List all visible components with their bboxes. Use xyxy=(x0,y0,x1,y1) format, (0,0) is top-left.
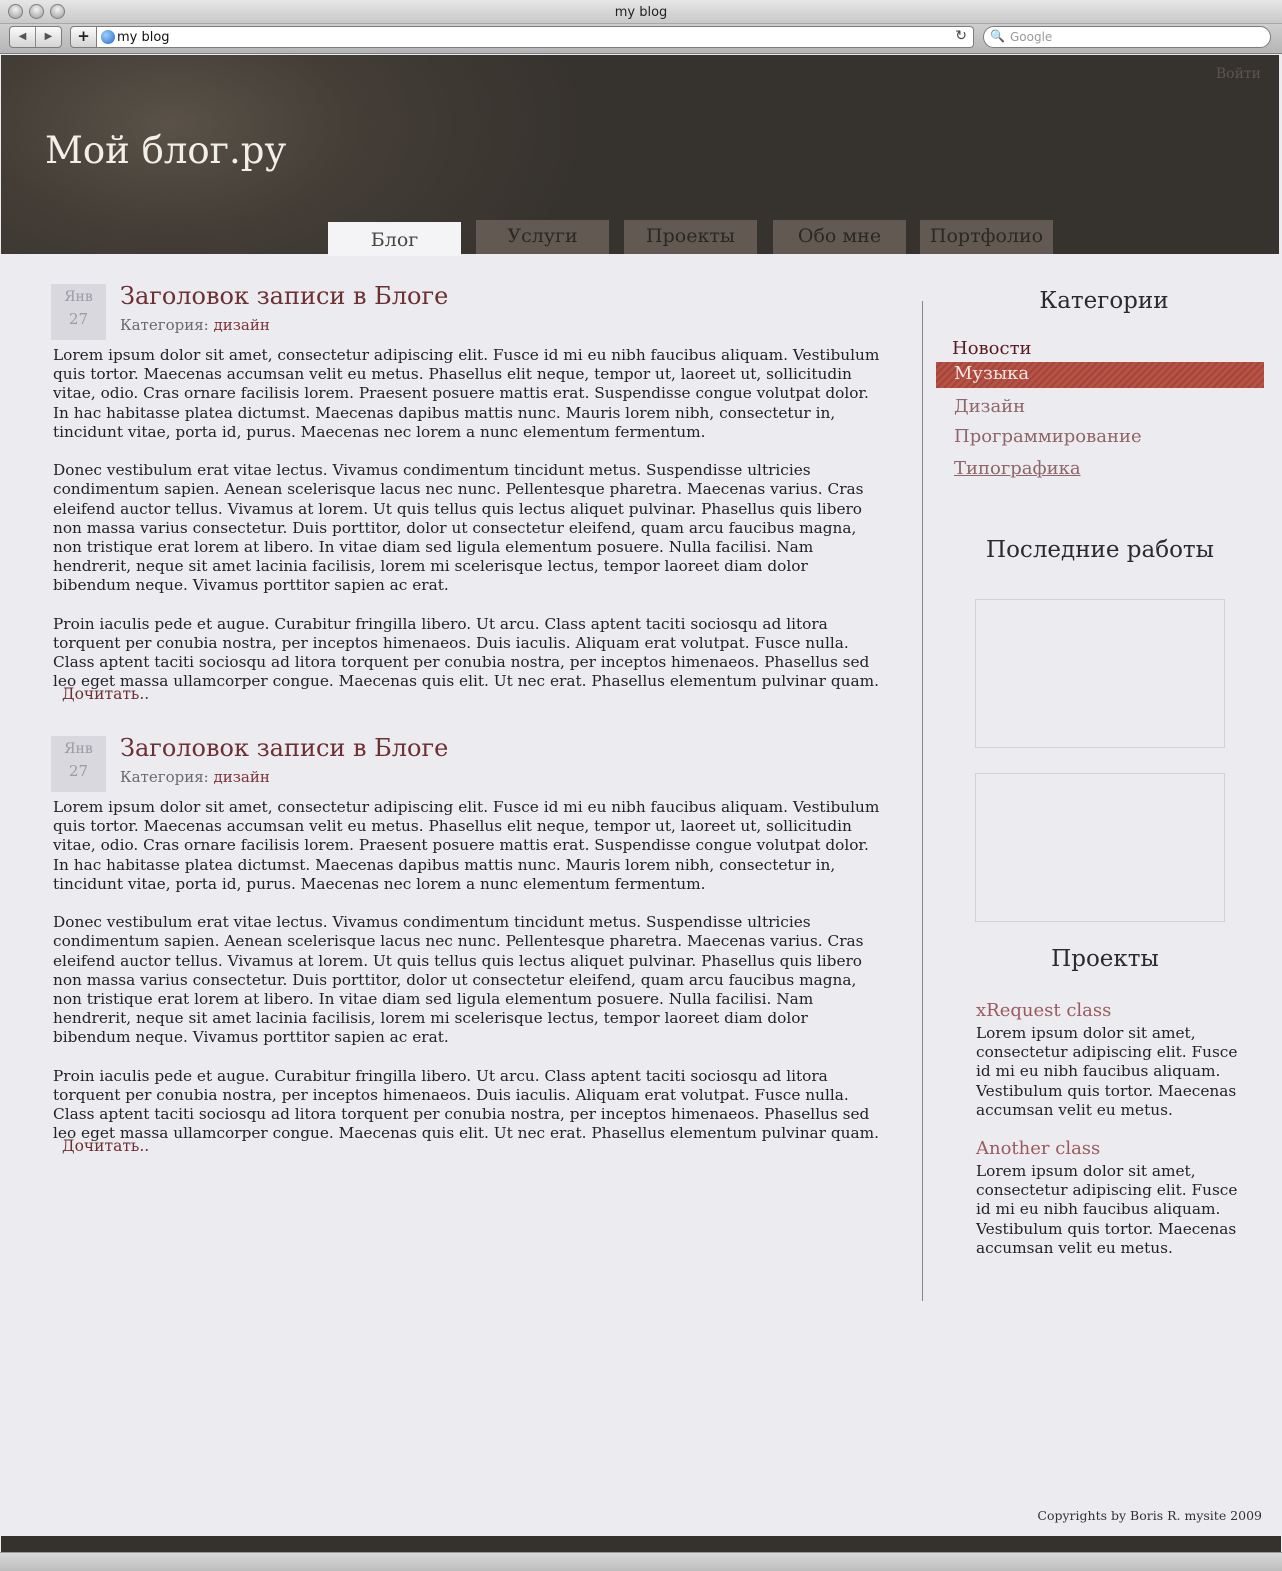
post-paragraph: Donec vestibulum erat vitae lectus. Viva… xyxy=(53,461,864,595)
back-button[interactable]: ◀ xyxy=(10,27,36,47)
tab-projects[interactable]: Проекты xyxy=(624,220,757,254)
work-thumbnail[interactable] xyxy=(975,599,1225,748)
site-header: Войти Мой блог.ру Блог Услуги Проекты Об… xyxy=(1,55,1279,256)
window-titlebar: my blog xyxy=(0,0,1282,24)
site-title[interactable]: Мой блог.ру xyxy=(45,129,286,172)
post-month: Янв xyxy=(64,741,93,757)
projects-heading: Проекты xyxy=(1051,946,1159,972)
search-field[interactable]: 🔍 Google xyxy=(983,26,1271,48)
copyright: Copyrights by Boris R. mysite 2009 xyxy=(1037,1508,1262,1523)
category-programming[interactable]: Программирование xyxy=(954,426,1142,447)
category-link[interactable]: дизайн xyxy=(214,316,270,334)
address-bar[interactable]: my blog ↻ xyxy=(97,26,974,48)
post-category: Категория: дизайн xyxy=(120,768,270,786)
read-more-link[interactable]: Дочитать.. xyxy=(62,685,149,703)
footer-bar xyxy=(1,1536,1281,1552)
tab-portfolio[interactable]: Портфолио xyxy=(920,220,1053,254)
project-description: Lorem ipsum dolor sit amet, consectetur … xyxy=(976,1024,1238,1119)
post-date: Янв 27 xyxy=(51,284,106,340)
url-text[interactable]: my blog xyxy=(117,30,170,45)
browser-toolbar: ◀ ▶ + my blog ↻ 🔍 Google xyxy=(0,24,1282,54)
post-paragraph: Lorem ipsum dolor sit amet, consectetur … xyxy=(53,798,880,893)
category-link[interactable]: дизайн xyxy=(214,768,270,786)
category-typography[interactable]: Типографика xyxy=(954,458,1081,479)
post-date: Янв 27 xyxy=(51,736,106,792)
post-paragraph: Proin iaculis pede et augue. Curabitur f… xyxy=(53,614,879,691)
project-link[interactable]: Another class xyxy=(976,1138,1100,1159)
post-body: Lorem ipsum dolor sit amet, consectetur … xyxy=(53,798,889,1163)
tab-services[interactable]: Услуги xyxy=(476,220,609,254)
post-day: 27 xyxy=(68,762,89,780)
post-category: Категория: дизайн xyxy=(120,316,270,334)
post-month: Янв xyxy=(64,289,93,305)
browser-statusbar xyxy=(0,1552,1282,1571)
post-paragraph: Lorem ipsum dolor sit amet, consectetur … xyxy=(53,346,880,441)
post-title[interactable]: Заголовок записи в Блоге xyxy=(120,282,448,310)
history-nav: ◀ ▶ xyxy=(9,26,62,48)
sidebar-divider xyxy=(922,301,923,1301)
work-thumbnail[interactable] xyxy=(975,773,1225,922)
search-placeholder[interactable]: Google xyxy=(1010,30,1052,44)
project-description: Lorem ipsum dolor sit amet, consectetur … xyxy=(976,1162,1238,1257)
post-title[interactable]: Заголовок записи в Блоге xyxy=(120,734,448,762)
login-link[interactable]: Войти xyxy=(1216,66,1261,82)
globe-icon xyxy=(101,30,115,44)
post-paragraph: Proin iaculis pede et augue. Curabitur f… xyxy=(53,1066,879,1143)
post-body: Lorem ipsum dolor sit amet, consectetur … xyxy=(53,346,889,711)
reload-icon[interactable]: ↻ xyxy=(955,28,967,44)
categories-heading: Категории xyxy=(1039,288,1169,314)
category-news[interactable]: Новости xyxy=(952,338,1032,359)
read-more-link[interactable]: Дочитать.. xyxy=(62,1137,149,1155)
post-paragraph: Donec vestibulum erat vitae lectus. Viva… xyxy=(53,913,864,1047)
category-music-label: Музыка xyxy=(954,363,1030,384)
post-day: 27 xyxy=(68,310,89,328)
category-design[interactable]: Дизайн xyxy=(954,396,1025,417)
category-prefix: Категория: xyxy=(120,316,209,334)
add-bookmark-button[interactable]: + xyxy=(70,26,97,48)
window-title: my blog xyxy=(614,5,668,20)
category-music[interactable]: Музыка xyxy=(936,362,1264,388)
recent-works-heading: Последние работы xyxy=(986,537,1214,563)
project-link[interactable]: xRequest class xyxy=(976,1000,1111,1021)
forward-button[interactable]: ▶ xyxy=(36,27,61,47)
search-icon: 🔍 xyxy=(990,29,1005,43)
tab-about[interactable]: Обо мне xyxy=(773,220,906,254)
tab-blog[interactable]: Блог xyxy=(328,222,461,256)
category-prefix: Категория: xyxy=(120,768,209,786)
